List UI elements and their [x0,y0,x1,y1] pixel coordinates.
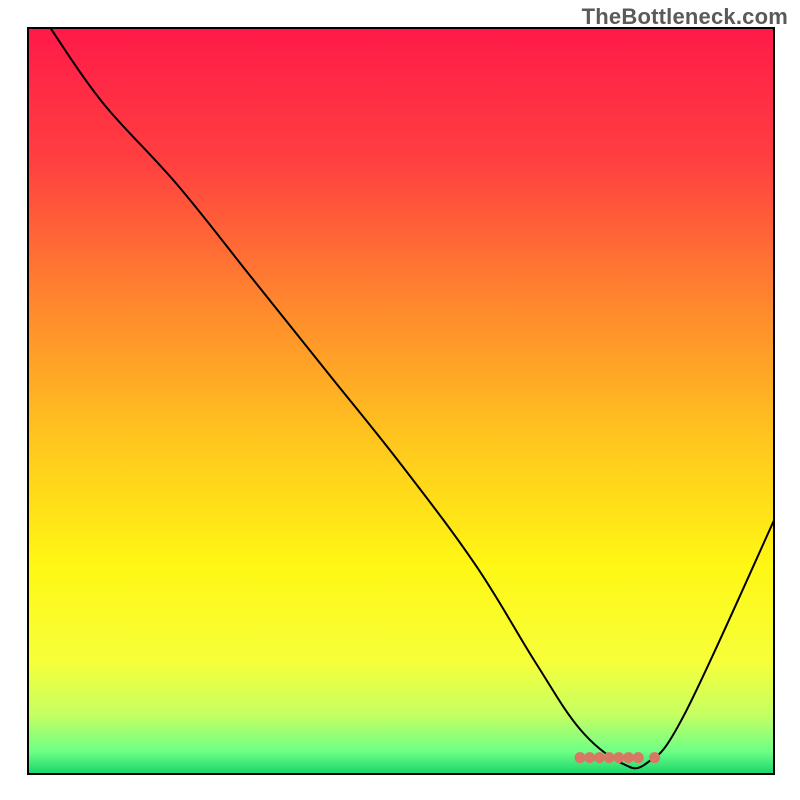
marker-point [604,752,615,763]
chart-background-gradient [28,28,774,774]
marker-point [633,752,644,763]
marker-point [584,752,595,763]
bottleneck-chart [0,0,800,800]
marker-point [575,752,586,763]
marker-point [623,752,634,763]
marker-point [649,752,660,763]
marker-point [613,752,624,763]
marker-point [594,752,605,763]
